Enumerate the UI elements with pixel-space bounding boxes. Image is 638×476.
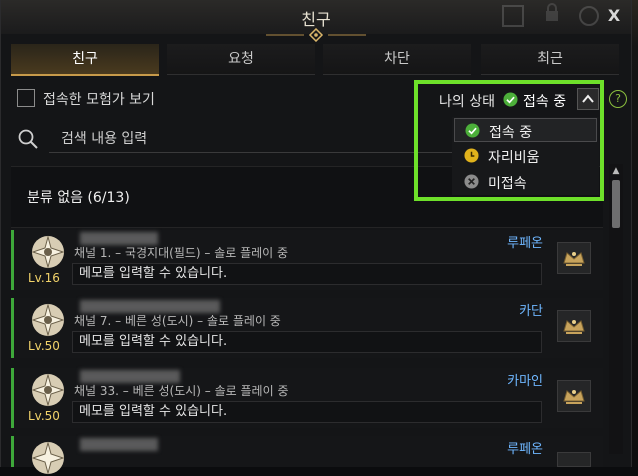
friend-name-redacted	[80, 438, 158, 451]
status-option-label: 미접속	[488, 176, 527, 192]
group-title: 분류 없음 (6/13)	[27, 190, 130, 206]
search-icon	[18, 129, 38, 149]
status-option-away[interactable]: 자리비움	[454, 144, 597, 168]
friend-channel: 채널 7. – 베른 성(도시) – 솔로 플레이 중	[74, 314, 281, 328]
search-input[interactable]	[49, 125, 469, 153]
close-icon[interactable]: X	[603, 5, 625, 27]
friend-level: Lv.50	[28, 339, 60, 353]
class-emblem-icon	[31, 373, 65, 407]
tab-blocked[interactable]: 차단	[323, 44, 471, 75]
class-emblem-icon	[31, 441, 65, 475]
help-icon[interactable]: ?	[609, 90, 627, 108]
friend-level: Lv.16	[28, 271, 60, 285]
online-check-icon	[465, 123, 480, 138]
status-option-label: 접속 중	[489, 125, 533, 141]
friend-memo[interactable]: 메모를 입력할 수 있습니다.	[72, 401, 542, 423]
tab-recent[interactable]: 최근	[481, 44, 619, 75]
friend-memo[interactable]: 메모를 입력할 수 있습니다.	[72, 331, 542, 353]
friend-row[interactable]: Lv.50 카마인 채널 33. – 베른 성(도시) – 솔로 플레이 중 메…	[11, 368, 603, 428]
party-invite-button[interactable]	[557, 380, 591, 412]
friend-channel: 채널 1. – 국경지대(필드) – 솔로 플레이 중	[74, 246, 289, 260]
scroll-up-arrow-icon[interactable]: ▲	[609, 164, 623, 178]
scroll-thumb[interactable]	[612, 180, 620, 228]
friend-row[interactable]: Lv.50 카단 채널 7. – 베른 성(도시) – 솔로 플레이 중 메모를…	[11, 298, 603, 358]
party-crown-icon	[563, 390, 585, 404]
status-option-offline[interactable]: 미접속	[454, 170, 597, 194]
title-ornament-icon	[266, 28, 366, 42]
party-invite-button[interactable]	[557, 452, 591, 467]
party-invite-button[interactable]	[557, 242, 591, 274]
tab-requests[interactable]: 요청	[167, 44, 315, 75]
friend-memo[interactable]: 메모를 입력할 수 있습니다.	[72, 263, 542, 285]
scrollbar[interactable]: ▲	[609, 164, 623, 454]
status-option-label: 자리비움	[488, 150, 540, 166]
show-online-label[interactable]: 접속한 모험가 보기	[43, 89, 155, 109]
friend-class: 카마인	[507, 374, 543, 389]
away-clock-icon	[464, 148, 479, 163]
friend-class: 카단	[519, 304, 543, 319]
friend-class: 루페온	[507, 442, 543, 457]
party-crown-icon	[563, 320, 585, 334]
friend-row[interactable]: Lv.16 루페온 채널 1. – 국경지대(필드) – 솔로 플레이 중 메모…	[11, 230, 603, 290]
party-invite-button[interactable]	[557, 310, 591, 342]
class-emblem-icon	[31, 235, 65, 269]
offline-x-icon	[464, 174, 479, 189]
friend-level: Lv.50	[28, 409, 60, 423]
friend-row[interactable]: 루페온	[11, 436, 603, 475]
status-option-online[interactable]: 접속 중	[454, 118, 597, 142]
friend-channel: 채널 33. – 베른 성(도시) – 솔로 플레이 중	[74, 384, 289, 398]
window-title: 친구	[301, 10, 331, 29]
tab-bar: 친구 요청 차단 최근	[11, 44, 619, 76]
party-crown-icon	[563, 252, 585, 266]
friends-window: 친구 X 친구 요청 차단 최근 접속한 모험가 보기 나의 상태 접속 중 ?…	[0, 0, 632, 475]
status-dropdown-menu: 접속 중 자리비움 미접속	[452, 117, 599, 195]
title-bar[interactable]: 친구 X	[1, 0, 631, 42]
show-online-checkbox[interactable]	[17, 89, 35, 107]
class-emblem-icon	[31, 303, 65, 337]
tab-friends[interactable]: 친구	[11, 44, 159, 76]
friend-class: 루페온	[507, 236, 543, 251]
